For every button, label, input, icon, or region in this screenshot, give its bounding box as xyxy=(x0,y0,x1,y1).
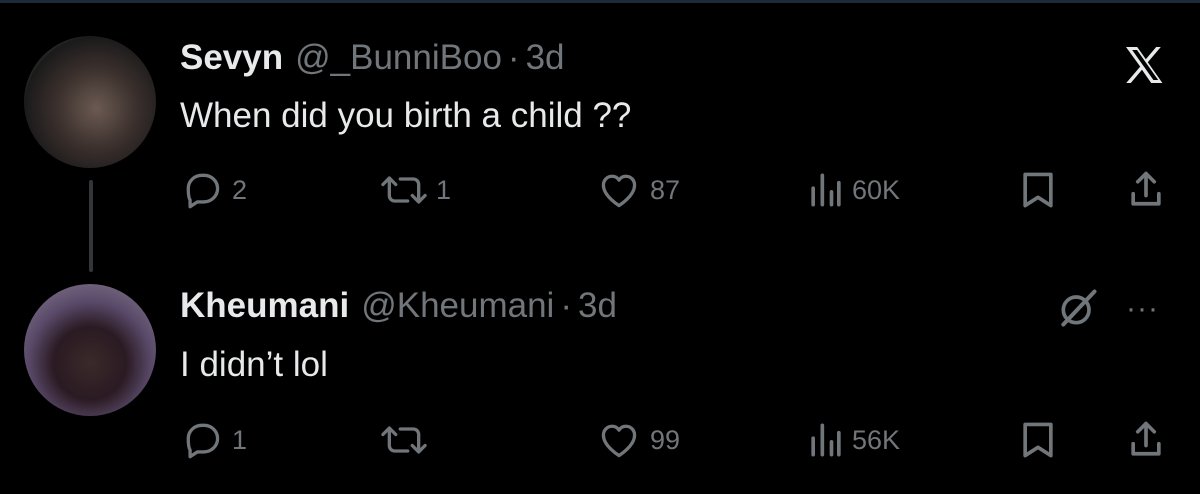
reply-button[interactable]: 1 xyxy=(180,418,247,462)
share-icon xyxy=(1131,171,1161,206)
like-count: 87 xyxy=(650,174,681,205)
timestamp[interactable]: 3d xyxy=(526,38,565,78)
grok-icon[interactable] xyxy=(1056,286,1100,330)
separator-dot: · xyxy=(507,38,520,77)
views-button[interactable]: 60K xyxy=(808,168,900,212)
repost-button[interactable]: 1 xyxy=(380,168,451,212)
heart-icon xyxy=(601,424,637,458)
views-count: 60K xyxy=(852,174,901,205)
avatar[interactable] xyxy=(24,284,156,416)
bookmark-icon xyxy=(1023,422,1053,458)
reply-button[interactable]: 2 xyxy=(180,168,247,212)
reply-icon xyxy=(186,173,220,209)
action-bar: 2 1 87 60K xyxy=(180,168,1170,212)
more-icon[interactable]: ··· xyxy=(1126,292,1159,326)
display-name[interactable]: Kheumani xyxy=(180,286,349,326)
like-count: 99 xyxy=(650,424,681,455)
views-icon xyxy=(811,173,841,207)
views-icon xyxy=(811,423,841,457)
top-divider xyxy=(0,0,1200,3)
bookmark-button[interactable] xyxy=(1018,168,1058,212)
repost-count: 1 xyxy=(436,174,452,205)
x-logo-icon[interactable] xyxy=(1120,42,1168,90)
bookmark-icon xyxy=(1023,172,1053,208)
tweet-header: Kheumani @Kheumani · 3d xyxy=(180,286,617,326)
tweet-text: When did you birth a child ?? xyxy=(180,96,632,135)
tweet-header: Sevyn @_BunniBoo · 3d xyxy=(180,38,565,78)
like-button[interactable]: 99 xyxy=(596,418,680,462)
reply-count: 1 xyxy=(232,424,248,455)
thread-connector-line xyxy=(89,180,93,272)
user-handle[interactable]: @_BunniBoo xyxy=(295,38,502,78)
views-button[interactable]: 56K xyxy=(808,418,900,462)
tweet-text: I didn’t lol xyxy=(180,345,328,384)
separator-dot: · xyxy=(560,286,572,325)
heart-icon xyxy=(601,174,637,208)
share-button[interactable] xyxy=(1126,418,1166,462)
display-name[interactable]: Sevyn xyxy=(180,38,283,78)
reply-count: 2 xyxy=(232,174,248,205)
bookmark-button[interactable] xyxy=(1018,418,1058,462)
repost-button[interactable] xyxy=(380,418,436,462)
views-count: 56K xyxy=(852,424,901,455)
action-bar: 1 99 56K xyxy=(180,418,1170,462)
repost-icon xyxy=(381,176,427,204)
avatar[interactable] xyxy=(24,36,156,168)
user-handle[interactable]: @Kheumani xyxy=(361,286,554,326)
reply-icon xyxy=(186,423,220,459)
repost-icon xyxy=(381,426,427,454)
share-icon xyxy=(1131,421,1161,456)
share-button[interactable] xyxy=(1126,168,1166,212)
timestamp[interactable]: 3d xyxy=(578,286,617,326)
like-button[interactable]: 87 xyxy=(596,168,680,212)
